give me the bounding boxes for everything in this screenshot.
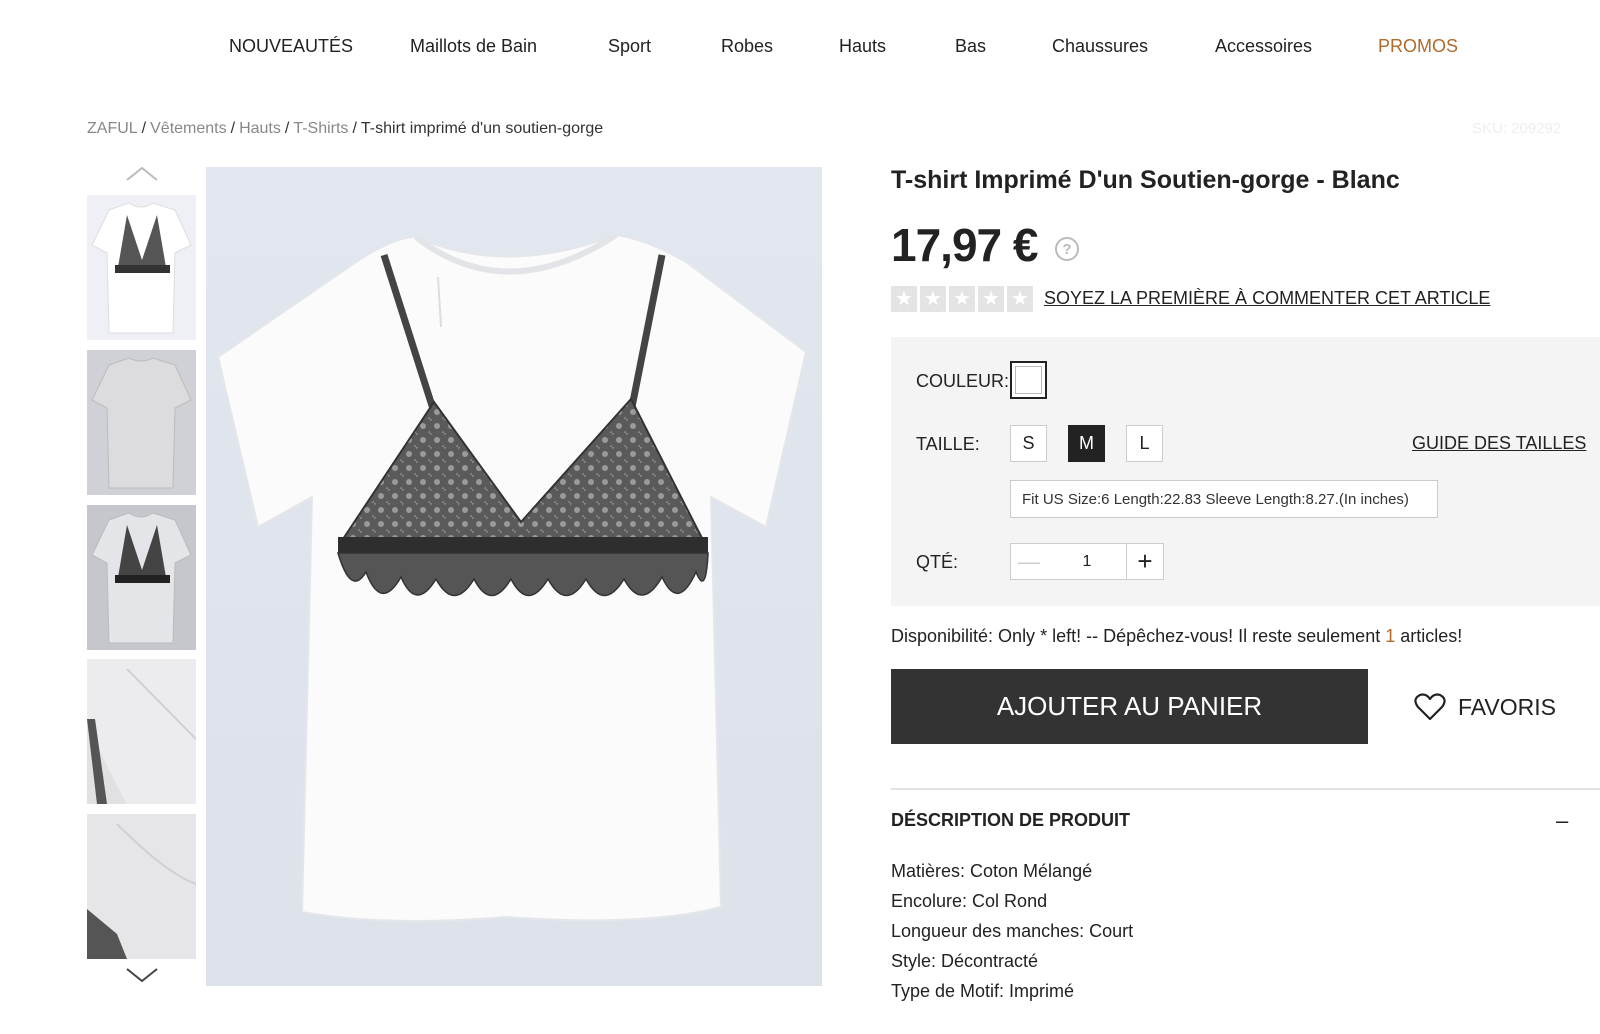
size-guide-link[interactable]: GUIDE DES TAILLES xyxy=(1412,433,1586,454)
breadcrumb-item-zaful[interactable]: ZAFUL xyxy=(87,120,138,137)
breadcrumb: ZAFUL / Vêtements / Hauts / T-Shirts / T-shirt i… xyxy=(87,120,603,138)
availability-count: 1 xyxy=(1385,626,1396,646)
color-label: COULEUR: xyxy=(916,371,1010,391)
top-nav: NOUVEAUTÉS Maillots de Bain Sport Robes … xyxy=(0,0,1600,96)
chevron-down-icon[interactable] xyxy=(120,964,164,986)
size-option-m[interactable]: M xyxy=(1068,425,1105,462)
thumbnail-model[interactable] xyxy=(87,505,196,650)
rating-stars: ★ ★ ★ ★ ★ xyxy=(891,286,1033,312)
fit-info: Fit US Size:6 Length:22.83 Sleeve Length… xyxy=(1010,480,1438,518)
size-label: TAILLE: xyxy=(916,434,980,454)
nav-item-chaussures[interactable]: Chaussures xyxy=(1052,36,1148,57)
section-divider xyxy=(891,788,1600,790)
description-item: Longueur des manches: Court xyxy=(891,921,1134,941)
product-title: T-shirt Imprimé D'un Soutien-gorge - Bla… xyxy=(891,166,1400,194)
breadcrumb-item-tshirts[interactable]: T-Shirts xyxy=(293,120,348,137)
add-to-cart-button[interactable]: AJOUTER AU PANIER xyxy=(891,669,1368,744)
description-heading[interactable]: DÉSCRIPTION DE PRODUIT xyxy=(891,810,1130,831)
add-to-cart-label: AJOUTER AU PANIER xyxy=(996,691,1263,721)
write-review-link[interactable]: SOYEZ LA PREMIÈRE À COMMENTER CET ARTICL… xyxy=(1044,288,1490,309)
breadcrumb-current: T-shirt imprimé d'un soutien-gorge xyxy=(360,120,604,137)
nav-item-maillots[interactable]: Maillots de Bain xyxy=(410,36,537,57)
color-swatch-white[interactable] xyxy=(1010,361,1047,399)
thumbnail-detail-sleeve[interactable] xyxy=(87,659,196,804)
nav-item-promos[interactable]: PROMOS xyxy=(1378,36,1458,57)
breadcrumb-separator: / xyxy=(352,120,357,137)
qty-label: QTÉ: xyxy=(916,552,959,572)
description-item: Encolure: Col Rond xyxy=(891,891,1048,911)
nav-item-accessoires[interactable]: Accessoires xyxy=(1215,36,1312,57)
availability-suffix: articles! xyxy=(1395,626,1463,646)
breadcrumb-item-hauts[interactable]: Hauts xyxy=(239,120,281,137)
product-price: 17,97 € xyxy=(891,219,1038,271)
breadcrumb-item-vetements[interactable]: Vêtements xyxy=(150,120,226,137)
product-options-panel: COULEUR: TAILLE: S M L GUIDE DES TAILLES… xyxy=(891,337,1600,606)
star-icon: ★ xyxy=(920,286,946,312)
heart-icon xyxy=(1414,693,1446,721)
size-option-l[interactable]: L xyxy=(1126,425,1163,462)
nav-item-robes[interactable]: Robes xyxy=(721,36,773,57)
question-circle-icon[interactable]: ? xyxy=(1055,237,1079,261)
availability-prefix: Disponibilité: Only * left! -- Dépêchez-… xyxy=(891,626,1386,646)
favorites-label: FAVORIS xyxy=(1458,693,1556,720)
qty-decrease-button[interactable]: — xyxy=(1010,543,1048,580)
breadcrumb-separator: / xyxy=(230,120,236,137)
star-icon: ★ xyxy=(949,286,975,312)
star-icon: ★ xyxy=(978,286,1004,312)
description-item: Matières: Coton Mélangé xyxy=(891,861,1093,881)
nav-item-hauts[interactable]: Hauts xyxy=(839,36,886,57)
nav-item-sport[interactable]: Sport xyxy=(608,36,651,57)
nav-item-nouveautes[interactable]: NOUVEAUTÉS xyxy=(229,36,353,57)
thumbnail-front[interactable] xyxy=(87,195,196,340)
main-product-image[interactable] xyxy=(206,167,822,986)
qty-increase-button[interactable]: + xyxy=(1126,543,1164,580)
star-icon: ★ xyxy=(891,286,917,312)
star-icon: ★ xyxy=(1007,286,1033,312)
availability-text: Disponibilité: Only * left! -- Dépêchez-… xyxy=(891,626,1462,647)
favorites-button[interactable]: FAVORIS xyxy=(1414,688,1556,726)
description-item: Type de Motif: Imprimé xyxy=(891,981,1075,1001)
description-item: Style: Décontracté xyxy=(891,951,1039,971)
breadcrumb-separator: / xyxy=(284,120,290,137)
nav-item-bas[interactable]: Bas xyxy=(955,36,986,57)
chevron-up-icon[interactable] xyxy=(120,163,164,185)
qty-input[interactable]: 1 xyxy=(1047,543,1127,580)
thumbnail-back[interactable] xyxy=(87,350,196,495)
sku-label: SKU: 209292 xyxy=(1472,120,1562,137)
thumbnail-detail-lace[interactable] xyxy=(87,814,196,959)
description-list: Matières: Coton Mélangé Encolure: Col Ro… xyxy=(891,856,1133,1006)
breadcrumb-separator: / xyxy=(141,120,147,137)
size-option-s[interactable]: S xyxy=(1010,425,1047,462)
description-collapse-toggle[interactable]: – xyxy=(1556,808,1568,834)
